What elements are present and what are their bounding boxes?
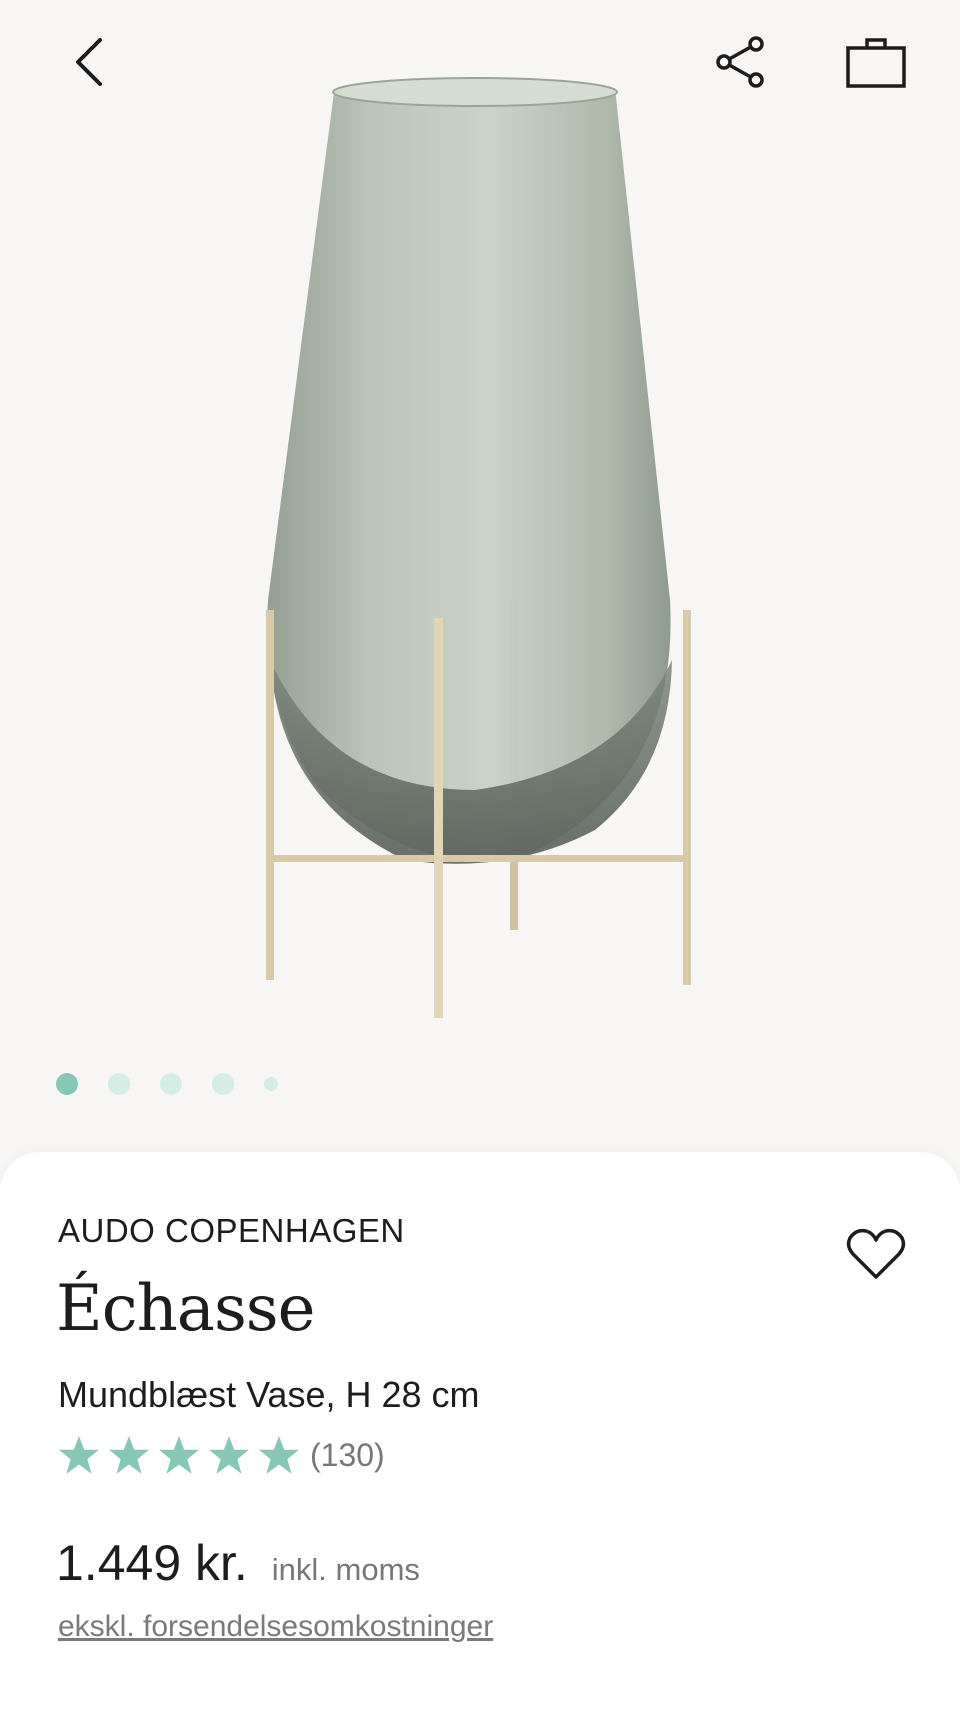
pagination-dot[interactable] <box>160 1073 182 1095</box>
product-title: Échasse <box>56 1272 315 1346</box>
chevron-left-icon <box>76 38 102 86</box>
pagination-dot[interactable] <box>108 1073 130 1095</box>
price-row: 1.449 kr. inkl. moms <box>56 1534 420 1592</box>
star-icon <box>109 1436 149 1474</box>
pagination-dot[interactable] <box>264 1077 278 1091</box>
back-button[interactable] <box>56 30 120 94</box>
heart-icon <box>846 1228 906 1279</box>
price: 1.449 kr. <box>56 1535 248 1591</box>
product-image <box>266 77 691 1018</box>
star-icon <box>209 1436 249 1474</box>
vat-note: inkl. moms <box>271 1552 420 1587</box>
product-gallery[interactable] <box>0 0 960 1160</box>
wishlist-button[interactable] <box>840 1222 912 1286</box>
shipping-costs-link[interactable]: ekskl. forsendelsesomkostninger <box>58 1610 493 1644</box>
cart-button[interactable] <box>844 30 908 94</box>
gallery-pagination <box>56 1073 308 1095</box>
star-icon <box>59 1436 99 1474</box>
pagination-dot[interactable] <box>56 1073 78 1095</box>
star-icon <box>259 1436 299 1474</box>
product-subtitle: Mundblæst Vase, H 28 cm <box>58 1374 480 1415</box>
rating[interactable]: (130) <box>58 1434 385 1476</box>
brand-name[interactable]: AUDO COPENHAGEN <box>58 1212 405 1250</box>
shopping-bag-icon <box>846 38 906 88</box>
product-info-sheet: AUDO COPENHAGEN Échasse Mundblæst Vase, … <box>0 1152 960 1712</box>
pagination-dot[interactable] <box>212 1073 234 1095</box>
star-icon <box>159 1436 199 1474</box>
review-count: (130) <box>310 1436 385 1473</box>
